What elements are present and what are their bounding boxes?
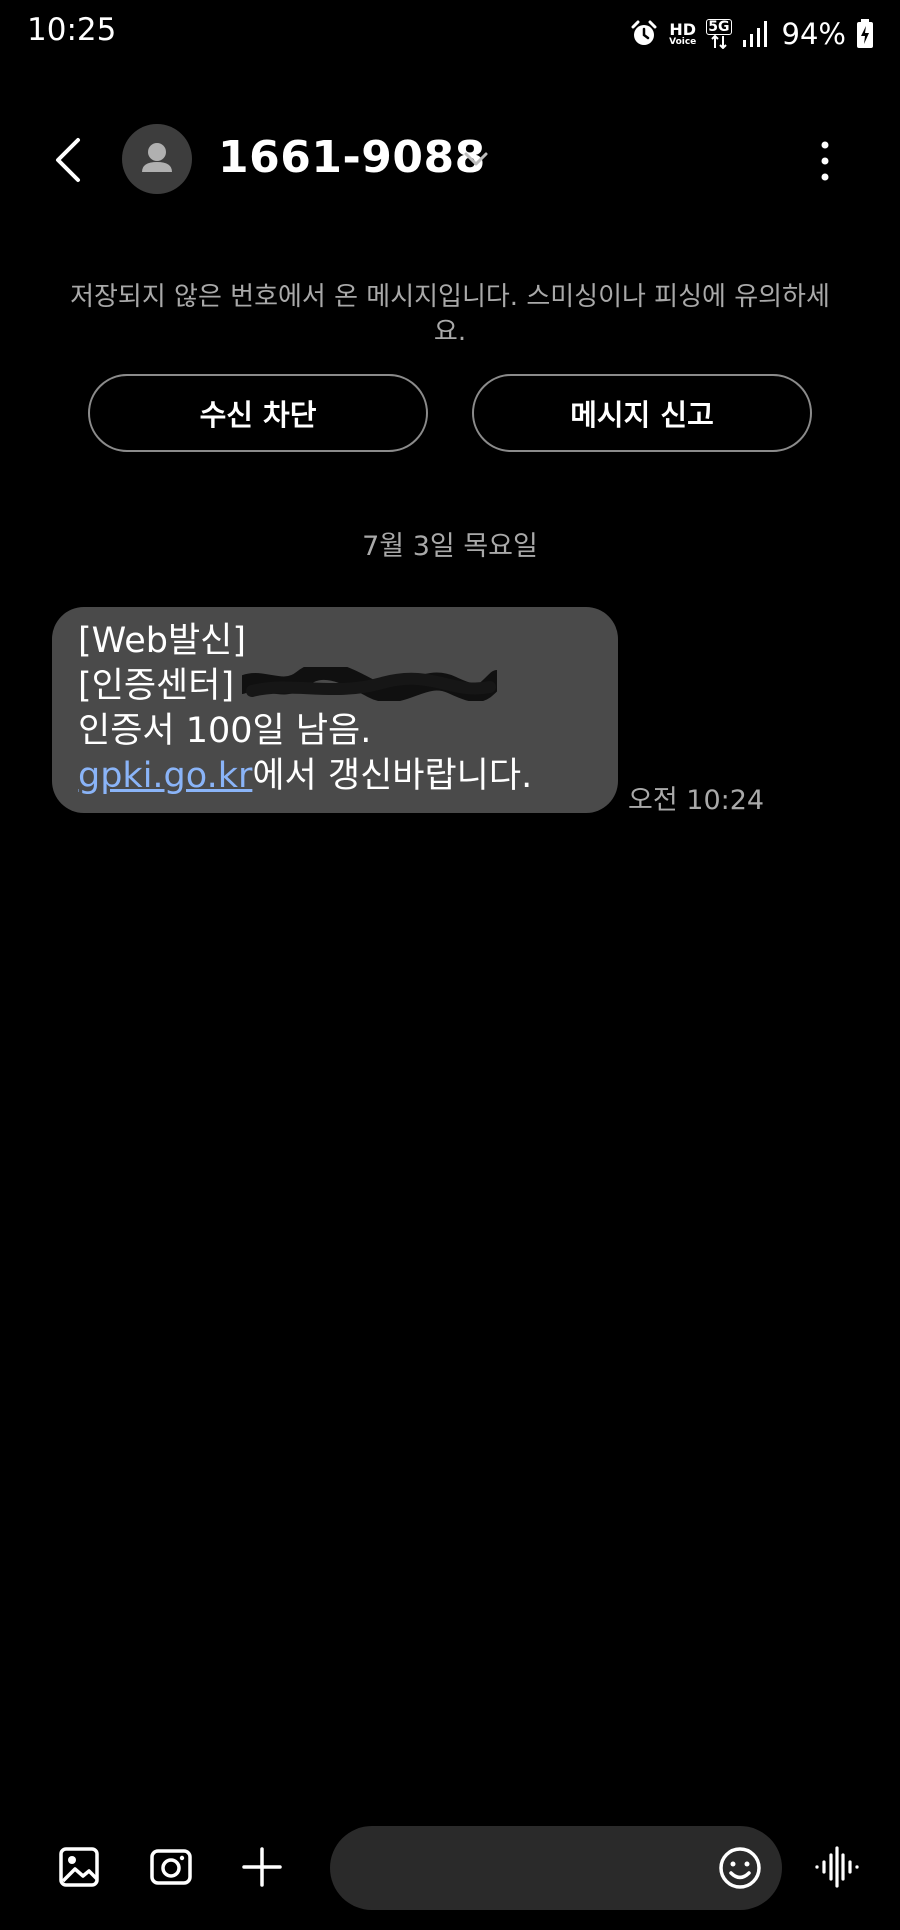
status-icons: HD Voice 5G 94%	[629, 14, 874, 54]
network-label: 5G	[706, 19, 732, 35]
message-link[interactable]: gpki.go.kr	[78, 756, 252, 796]
signal-icon	[742, 21, 767, 47]
battery-charging-icon	[857, 19, 873, 48]
unsaved-number-warning: 저장되지 않은 번호에서 온 메시지입니다. 스미싱이나 피싱에 유의하세요.	[70, 282, 830, 347]
message-line-1: [Web발신]	[78, 621, 247, 661]
gallery-icon[interactable]	[55, 1843, 103, 1891]
message-line-4-suffix: 에서 갱신바랍니다.	[252, 756, 533, 796]
redacted-scribble	[242, 667, 498, 701]
voice-label: Voice	[669, 36, 697, 47]
status-time: 10:25	[27, 12, 117, 48]
contact-avatar[interactable]	[122, 124, 192, 194]
message-line-2-prefix: [인증센터]	[78, 666, 235, 706]
5g-icon: 5G	[706, 19, 732, 49]
avatar-person-icon	[142, 143, 172, 172]
date-divider: 7월 3일 목요일	[362, 531, 538, 562]
plus-icon[interactable]	[238, 1843, 286, 1891]
more-vertical-icon[interactable]	[812, 136, 838, 186]
emoji-icon[interactable]	[716, 1844, 764, 1892]
block-button[interactable]: 수신 차단	[88, 374, 428, 452]
battery-percent: 94%	[781, 17, 846, 51]
message-line-3: 인증서 100일 남음.	[78, 711, 372, 751]
sender-number[interactable]: 1661-9088	[218, 132, 486, 183]
message-line-2: [인증센터]	[78, 664, 592, 709]
chevron-down-icon[interactable]	[462, 148, 490, 170]
message-line-4: gpki.go.kr에서 갱신바랍니다.	[78, 754, 592, 799]
message-input[interactable]	[330, 1826, 782, 1910]
message-timestamp: 오전 10:24	[628, 785, 765, 816]
hd-label: HD	[669, 19, 697, 39]
message-bubble[interactable]: [Web발신] [인증센터] 인증서 100일 남음. gpki.go.kr에서…	[52, 607, 618, 813]
camera-icon[interactable]	[147, 1843, 195, 1891]
voice-record-icon[interactable]	[813, 1843, 861, 1891]
hd-voice-icon: HD Voice	[669, 19, 697, 47]
alarm-icon	[631, 20, 657, 45]
back-icon[interactable]	[50, 136, 90, 184]
report-message-button[interactable]: 메시지 신고	[472, 374, 812, 452]
